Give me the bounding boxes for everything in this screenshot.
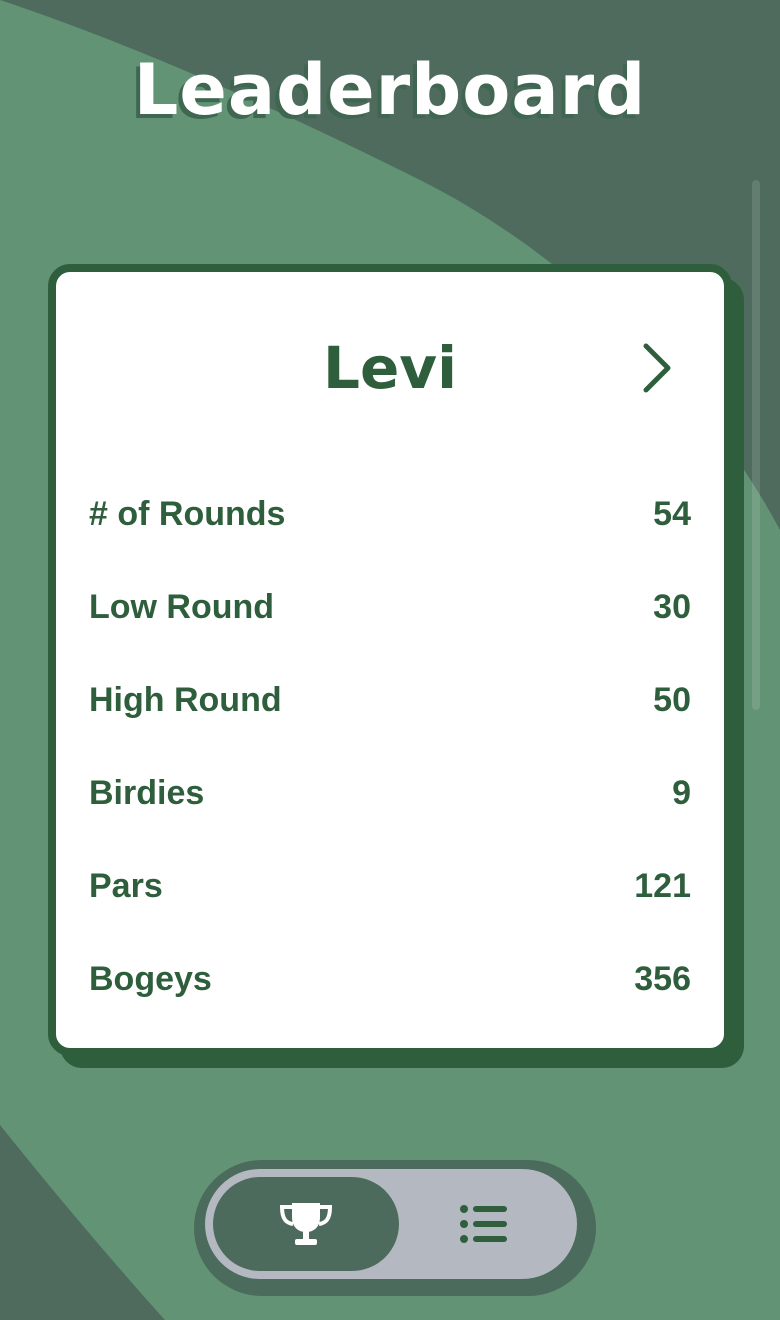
chevron-right-icon [643,343,671,393]
stat-row-low-round: Low Round 30 [89,561,691,654]
nav-leaderboard-button[interactable] [213,1177,399,1271]
stat-value: 9 [672,774,691,812]
player-name: Levi [323,334,457,402]
stat-row-rounds: # of Rounds 54 [89,468,691,561]
stat-label: # of Rounds [89,495,286,533]
stat-label: Bogeys [89,960,212,998]
stat-label: Low Round [89,588,275,626]
stat-value: 30 [653,588,691,626]
page-title: Leaderboard [133,49,647,131]
next-player-button[interactable] [630,338,684,398]
stat-label: High Round [89,681,282,719]
trophy-icon [279,1203,333,1245]
stat-row-bogeys: Bogeys 356 [89,933,691,1026]
nav-list-button[interactable] [400,1177,570,1271]
stat-value: 356 [634,960,691,998]
stat-label: Birdies [89,774,205,812]
stat-value: 54 [653,495,691,533]
stat-row-birdies: Birdies 9 [89,747,691,840]
stat-row-high-round: High Round 50 [89,654,691,747]
stat-value: 121 [634,867,691,905]
stats-list: # of Rounds 54 Low Round 30 High Round 5… [89,468,691,1026]
stat-row-pars: Pars 121 [89,840,691,933]
list-icon [460,1205,507,1243]
card-header: Levi [56,328,724,408]
stat-label: Pars [89,867,163,905]
stat-value: 50 [653,681,691,719]
scrollbar[interactable] [752,180,760,710]
player-stats-card: Levi # of Rounds 54 Low Round 30 High Ro… [48,264,732,1056]
